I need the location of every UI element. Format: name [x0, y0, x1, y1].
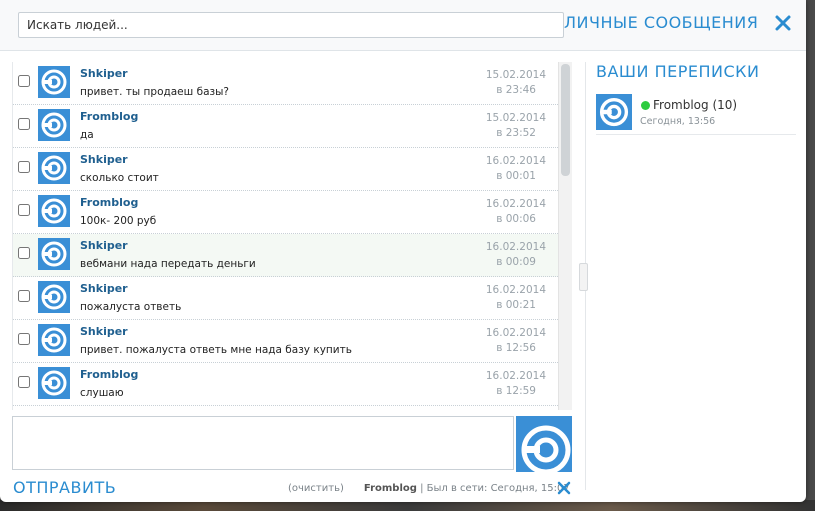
message-text: сколько стоит — [80, 172, 159, 184]
message-checkbox[interactable] — [18, 333, 30, 345]
message-time: в 23:52 — [496, 127, 536, 139]
message-author[interactable]: Shkiper — [80, 153, 128, 166]
recipient-info: (очистить) Fromblog | Был в сети: Сегодня… — [288, 483, 570, 494]
recipient-name[interactable]: Fromblog — [364, 483, 417, 494]
message-author[interactable]: Shkiper — [80, 325, 128, 338]
last-seen-text: | Был в сети: Сегодня, 15:07 — [420, 483, 570, 494]
message-text: слушаю — [80, 387, 124, 399]
clear-link[interactable]: (очистить) — [288, 483, 344, 494]
conversation-item[interactable]: Fromblog (10) Сегодня, 13:56 — [596, 94, 796, 135]
message-checkbox[interactable] — [18, 204, 30, 216]
message-author[interactable]: Shkiper — [80, 67, 128, 80]
message-date: 16.02.2014 — [485, 327, 546, 339]
avatar — [38, 66, 70, 98]
message-author[interactable]: Shkiper — [80, 282, 128, 295]
message-time: в 00:06 — [496, 213, 536, 225]
send-button[interactable]: ОТПРАВИТЬ — [13, 478, 116, 497]
message-author[interactable]: Fromblog — [80, 110, 138, 123]
message-date: 16.02.2014 — [485, 284, 546, 296]
recipient-avatar — [516, 416, 572, 472]
avatar — [38, 152, 70, 184]
message-author[interactable]: Shkiper — [80, 239, 128, 252]
message-date: 15.02.2014 — [485, 112, 546, 124]
panel-resize-handle[interactable] — [579, 263, 588, 291]
message-time: в 23:46 — [496, 84, 536, 96]
avatar — [38, 195, 70, 227]
close-icon[interactable] — [774, 14, 792, 32]
message-author[interactable]: Fromblog — [80, 368, 138, 381]
message-checkbox[interactable] — [18, 118, 30, 130]
avatar — [596, 94, 632, 130]
message-compose-input[interactable] — [12, 416, 514, 470]
message-author[interactable]: Fromblog — [80, 196, 138, 209]
message-date: 15.02.2014 — [485, 69, 546, 81]
avatar — [38, 238, 70, 270]
message-checkbox[interactable] — [18, 376, 30, 388]
conversation-time: Сегодня, 13:56 — [640, 116, 716, 127]
message-date: 16.02.2014 — [485, 155, 546, 167]
online-status-icon — [641, 101, 650, 110]
message-text: да — [80, 129, 94, 141]
private-messages-dialog: ЛИЧНЫЕ СООБЩЕНИЯ Shkiper привет. ты прод… — [0, 0, 806, 502]
dialog-header: ЛИЧНЫЕ СООБЩЕНИЯ — [0, 0, 806, 51]
message-row[interactable]: Fromblog да 15.02.2014 в 23:52 — [13, 105, 558, 148]
message-row[interactable]: Shkiper привет. ты продаеш базы? 15.02.2… — [13, 62, 558, 105]
message-text: пожалуста ответь — [80, 301, 182, 313]
message-text: привет. пожалуста ответь мне нада базу к… — [80, 344, 352, 356]
avatar — [38, 109, 70, 141]
conversation-name: Fromblog (10) — [653, 98, 738, 112]
message-row[interactable]: Fromblog 100к- 200 руб 16.02.2014 в 00:0… — [13, 191, 558, 234]
scrollbar-thumb[interactable] — [561, 64, 570, 176]
message-checkbox[interactable] — [18, 75, 30, 87]
avatar — [38, 324, 70, 356]
message-row[interactable]: Shkiper привет. пожалуста ответь мне над… — [13, 320, 558, 363]
message-checkbox[interactable] — [18, 161, 30, 173]
dialog-title: ЛИЧНЫЕ СООБЩЕНИЯ — [564, 13, 759, 32]
avatar — [38, 281, 70, 313]
message-time: в 00:21 — [496, 299, 536, 311]
close-conversation-icon[interactable] — [557, 481, 571, 495]
conversations-title: ВАШИ ПЕРЕПИСКИ — [596, 62, 760, 81]
message-text: вебмани нада передать деньги — [80, 258, 256, 270]
avatar — [38, 367, 70, 399]
message-time: в 12:59 — [496, 385, 536, 397]
people-search-input[interactable] — [18, 12, 564, 38]
message-text: привет. ты продаеш базы? — [80, 86, 229, 98]
message-checkbox[interactable] — [18, 290, 30, 302]
message-date: 16.02.2014 — [485, 198, 546, 210]
message-row-partial — [13, 406, 558, 410]
message-list: Shkiper привет. ты продаеш базы? 15.02.2… — [12, 62, 558, 410]
message-row[interactable]: Shkiper вебмани нада передать деньги 16.… — [13, 234, 558, 277]
message-row[interactable]: Shkiper сколько стоит 16.02.2014 в 00:01 — [13, 148, 558, 191]
message-row[interactable]: Shkiper пожалуста ответь 16.02.2014 в 00… — [13, 277, 558, 320]
message-text: 100к- 200 руб — [80, 215, 157, 227]
message-row[interactable]: Fromblog слушаю 16.02.2014 в 12:59 — [13, 363, 558, 406]
message-date: 16.02.2014 — [485, 241, 546, 253]
message-checkbox[interactable] — [18, 247, 30, 259]
message-time: в 12:56 — [496, 342, 536, 354]
message-date: 16.02.2014 — [485, 370, 546, 382]
message-time: в 00:01 — [496, 170, 536, 182]
message-time: в 00:09 — [496, 256, 536, 268]
message-list-scrollbar[interactable] — [558, 62, 572, 410]
